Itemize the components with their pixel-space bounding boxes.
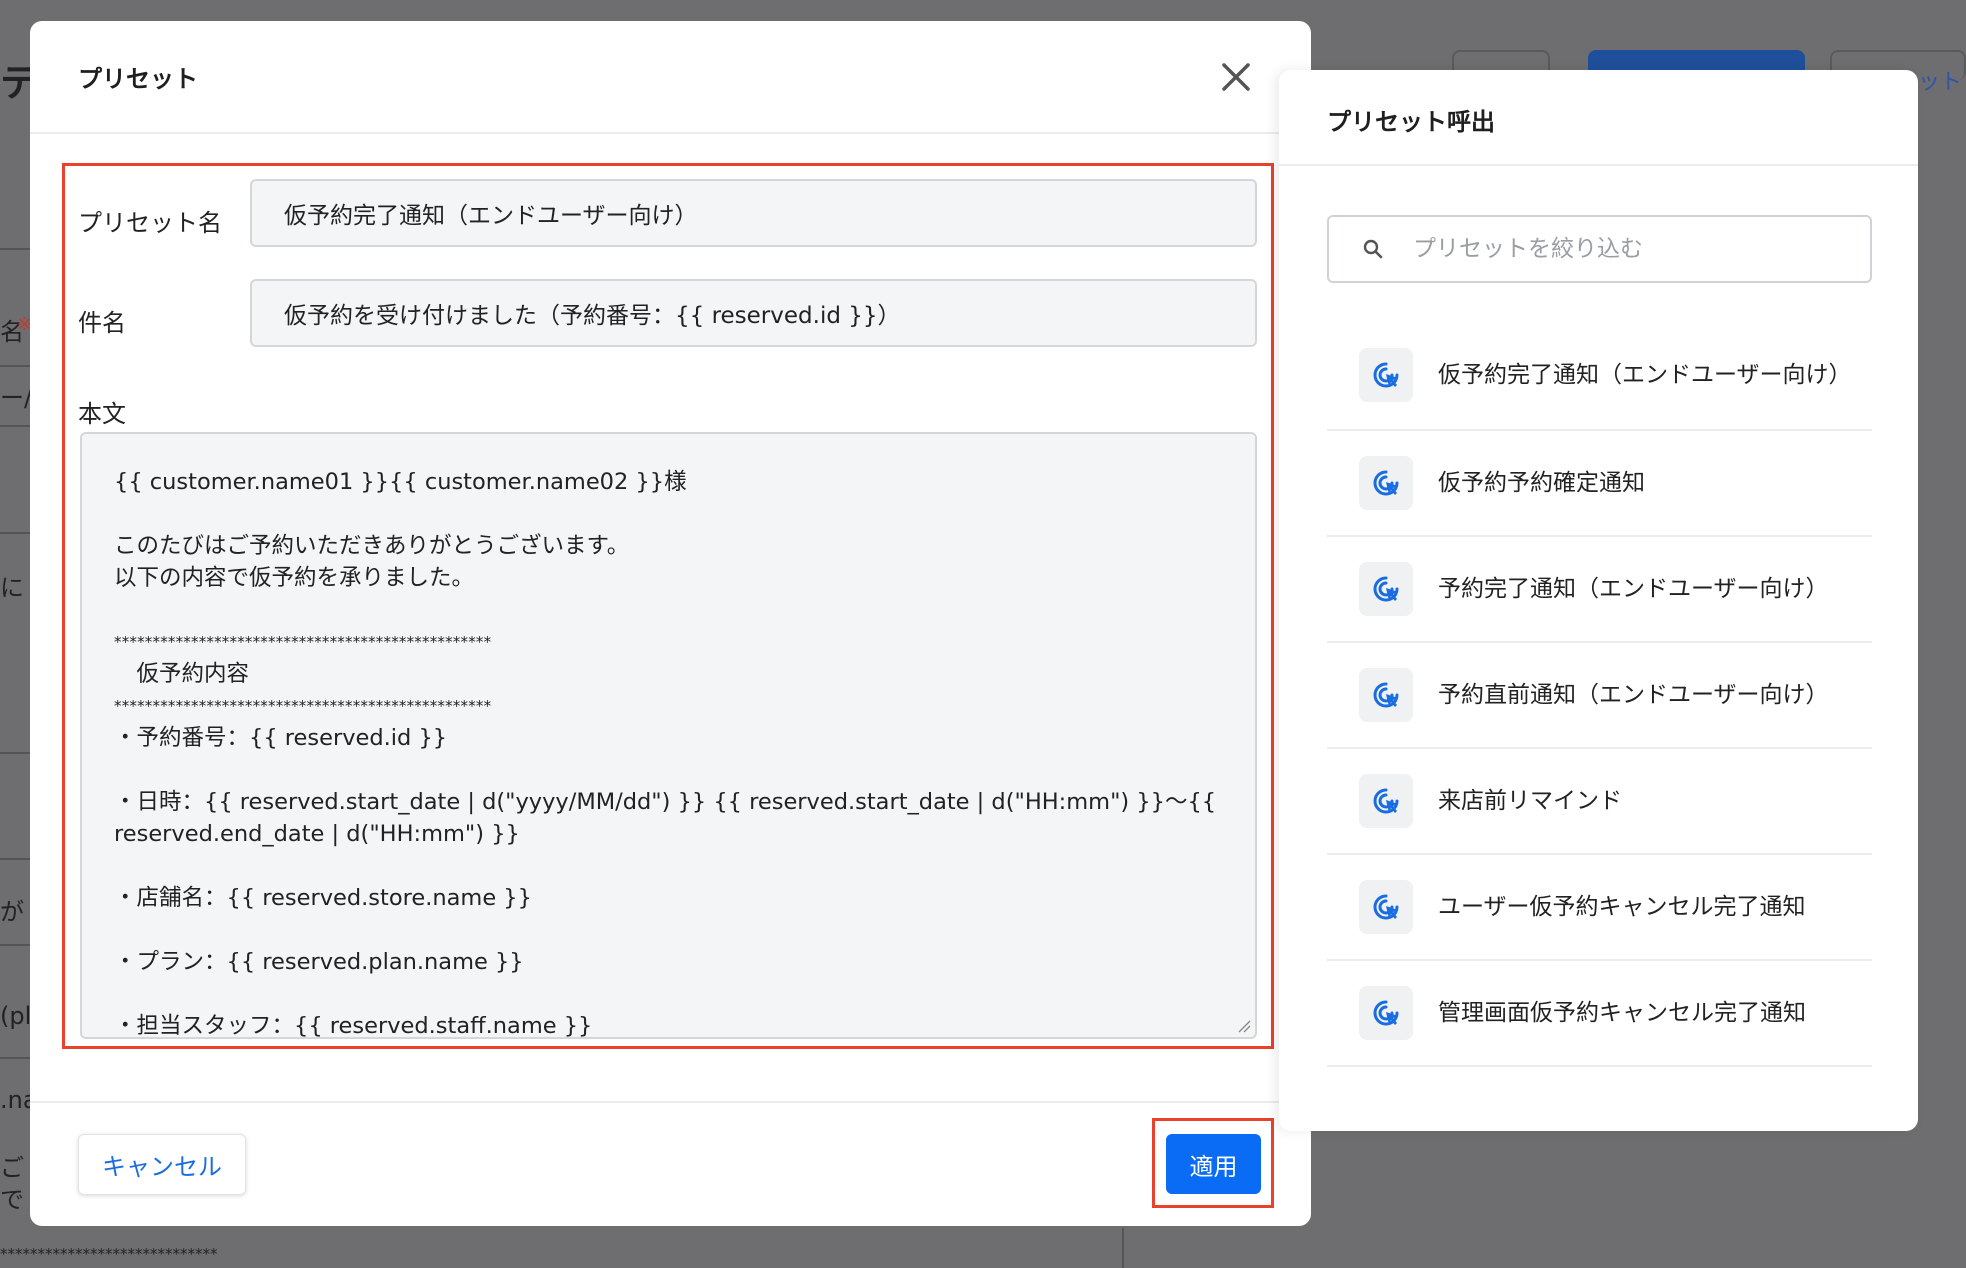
bg-fragment: で bbox=[0, 1186, 24, 1214]
cursor-click-icon bbox=[1359, 986, 1413, 1040]
bg-divider bbox=[0, 425, 30, 427]
preset-name-field[interactable]: 仮予約完了通知（エンドユーザー向け） bbox=[250, 179, 1257, 247]
body-line: ・担当スタッフ：{{ reserved.staff.name }} bbox=[114, 1013, 593, 1039]
preset-list-item[interactable]: 予約直前通知（エンドユーザー向け） bbox=[1327, 643, 1872, 749]
cursor-click-icon bbox=[1359, 562, 1413, 616]
body-line: 仮予約内容 bbox=[114, 661, 250, 687]
apply-button[interactable]: 適用 bbox=[1166, 1134, 1261, 1194]
preset-list-item[interactable]: 予約完了通知（エンドユーザー向け） bbox=[1327, 537, 1872, 643]
body-line bbox=[114, 498, 1115, 530]
bg-fragment: ット bbox=[1918, 70, 1963, 95]
cursor-click-icon bbox=[1359, 668, 1413, 722]
preset-search[interactable] bbox=[1327, 215, 1872, 283]
preset-search-input[interactable] bbox=[1413, 236, 1833, 262]
body-line: 以下の内容で仮予約を承りました。 bbox=[114, 565, 475, 591]
body-line: ・プラン：{{ reserved.plan.name }} bbox=[114, 949, 524, 975]
body-text: {{ customer.name01 }}{{ customer.name02 … bbox=[114, 466, 1217, 1039]
preset-name-value: 仮予約完了通知（エンドユーザー向け） bbox=[284, 203, 698, 229]
subject-field[interactable]: 仮予約を受け付けました（予約番号：{{ reserved.id }}） bbox=[250, 279, 1257, 347]
preset-picker-panel: プリセット呼出 仮予約完了通知（エンドユーザー向け） 仮予約予約確定通知予約完了通… bbox=[1279, 70, 1918, 1131]
close-button[interactable] bbox=[1216, 57, 1256, 97]
panel-title: プリセット呼出 bbox=[1327, 108, 1495, 136]
modal-title: プリセット bbox=[78, 65, 198, 93]
preset-list-item[interactable]: 来店前リマインド bbox=[1327, 749, 1872, 855]
bg-fragment: が bbox=[0, 898, 24, 926]
preset-list-item[interactable]: ユーザー仮予約キャンセル完了通知 bbox=[1327, 855, 1872, 961]
preset-list-item[interactable]: 仮予約完了通知（エンドユーザー向け） bbox=[1327, 320, 1872, 431]
subject-label: 件名 bbox=[78, 309, 126, 337]
bg-fragment: ***************************** bbox=[0, 1245, 218, 1263]
preset-form-highlight: プリセット名 仮予約完了通知（エンドユーザー向け） 件名 仮予約を受け付けました… bbox=[62, 163, 1274, 1049]
body-line: ・予約番号：{{ reserved.id }} bbox=[114, 725, 448, 751]
preset-item-label: 予約直前通知（エンドユーザー向け） bbox=[1438, 682, 1829, 708]
bg-divider bbox=[0, 752, 30, 754]
bg-divider bbox=[0, 1057, 30, 1059]
bg-divider bbox=[0, 248, 30, 250]
preset-item-label: ユーザー仮予約キャンセル完了通知 bbox=[1438, 894, 1806, 920]
modal-header: プリセット bbox=[30, 21, 1311, 134]
preset-item-label: 予約完了通知（エンドユーザー向け） bbox=[1438, 576, 1829, 602]
bg-fragment: に bbox=[0, 574, 24, 602]
body-line: {{ customer.name01 }}{{ customer.name02 … bbox=[114, 469, 687, 495]
body-label: 本文 bbox=[78, 400, 126, 428]
body-line bbox=[114, 978, 1115, 1010]
bg-divider bbox=[0, 858, 30, 860]
body-line: reserved.end_date | d("HH:mm") }} bbox=[114, 821, 520, 847]
body-line: ****************************************… bbox=[114, 697, 492, 715]
bg-divider bbox=[0, 532, 30, 534]
body-line bbox=[114, 754, 1115, 786]
preset-name-label: プリセット名 bbox=[78, 209, 222, 237]
preset-list: 仮予約完了通知（エンドユーザー向け） 仮予約予約確定通知予約完了通知（エンドユーザ… bbox=[1327, 320, 1872, 1067]
cursor-click-icon bbox=[1359, 456, 1413, 510]
bg-fragment: (pl bbox=[0, 1002, 32, 1030]
bg-divider bbox=[0, 365, 30, 367]
preset-modal: プリセット プリセット名 仮予約完了通知（エンドユーザー向け） 件名 仮予約を受… bbox=[30, 21, 1311, 1226]
body-line: このたびはご予約いただきありがとうございます。 bbox=[114, 533, 630, 559]
subject-value: 仮予約を受け付けました（予約番号：{{ reserved.id }}） bbox=[284, 303, 901, 329]
preset-item-label: 仮予約予約確定通知 bbox=[1438, 470, 1645, 496]
body-line: ****************************************… bbox=[114, 633, 492, 651]
footer-divider bbox=[30, 1101, 1311, 1103]
resize-handle-icon[interactable] bbox=[1237, 1019, 1251, 1033]
preset-list-item[interactable]: 管理画面仮予約キャンセル完了通知 bbox=[1327, 961, 1872, 1067]
body-line bbox=[114, 914, 1115, 946]
body-textarea[interactable]: {{ customer.name01 }}{{ customer.name02 … bbox=[80, 432, 1257, 1039]
bg-divider bbox=[1122, 1228, 1124, 1268]
cursor-click-icon bbox=[1359, 774, 1413, 828]
preset-item-label: 管理画面仮予約キャンセル完了通知 bbox=[1438, 1000, 1806, 1026]
search-icon bbox=[1363, 239, 1383, 259]
bg-divider bbox=[0, 944, 30, 946]
close-icon bbox=[1222, 63, 1250, 91]
body-line bbox=[114, 850, 1115, 882]
preset-list-item[interactable]: 仮予約予約確定通知 bbox=[1327, 431, 1872, 537]
cursor-click-icon bbox=[1359, 880, 1413, 934]
preset-item-label: 来店前リマインド bbox=[1438, 788, 1622, 814]
body-line bbox=[114, 594, 1115, 626]
preset-item-label: 仮予約完了通知（エンドユーザー向け） bbox=[1438, 361, 1852, 388]
bg-fragment: ご bbox=[0, 1154, 24, 1182]
cancel-button[interactable]: キャンセル bbox=[78, 1134, 246, 1195]
body-line: ・店舗名：{{ reserved.store.name }} bbox=[114, 885, 532, 911]
body-line: ・日時：{{ reserved.start_date | d("yyyy/MM/… bbox=[114, 789, 1217, 815]
cursor-click-icon bbox=[1359, 347, 1413, 402]
bg-fragment: ー/ bbox=[0, 384, 33, 412]
panel-header: プリセット呼出 bbox=[1279, 70, 1918, 166]
